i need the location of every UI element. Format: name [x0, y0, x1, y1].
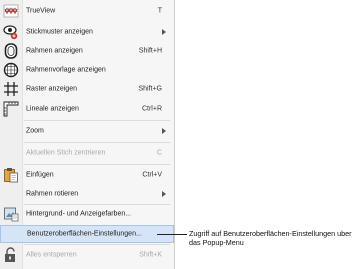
menu-item-label: Zoom: [26, 127, 44, 135]
menu-item-label: Aktuellen Stich zentrieren: [26, 149, 106, 157]
menu-item-label: Lineale anzeigen: [26, 105, 79, 113]
menu-item-paste[interactable]: Einfügen Ctrl+V: [0, 166, 174, 184]
menu-item-shortcut: T: [157, 7, 162, 15]
menu-item-label: Alles entsperren: [26, 251, 77, 259]
menu-item-shortcut: Shift+H: [138, 47, 162, 55]
show-hoop-icon: [3, 43, 19, 59]
menu-item-label: Hintergrund- und Anzeigefarben...: [26, 210, 132, 218]
menu-item-show-hoop-template[interactable]: Rahmenvorlage anzeigen: [0, 61, 174, 79]
menu-separator: [24, 142, 170, 143]
menu-item-unlock-all[interactable]: Alles entsperren Shift+K: [0, 246, 174, 264]
chevron-right-icon: [162, 29, 166, 35]
menu-item-shortcut: Ctrl+R: [141, 105, 162, 113]
menu-item-center-current-stitch[interactable]: Aktuellen Stich zentrieren C: [0, 144, 174, 162]
menu-item-label: Stickmuster anzeigen: [26, 28, 93, 36]
chevron-right-icon: [162, 128, 166, 134]
show-stitches-icon: [3, 24, 19, 40]
unlock-icon: [3, 247, 19, 263]
paste-icon: [3, 167, 19, 183]
callout-annotation: Zugriff auf Benutzeroberflächen-Einstell…: [189, 229, 352, 248]
context-menu: TrueView T Stickmuster anzeigen Rahmen a…: [0, 0, 175, 269]
menu-item-show-grid[interactable]: Raster anzeigen Shift+G: [0, 80, 174, 98]
menu-item-show-rulers[interactable]: Lineale anzeigen Ctrl+R: [0, 100, 174, 118]
chevron-right-icon: [162, 191, 166, 197]
menu-item-label: TrueView: [26, 7, 56, 15]
menu-item-label: Rahmenvorlage anzeigen: [26, 66, 106, 74]
menu-item-shortcut: Ctrl+V: [142, 171, 162, 179]
trueview-icon: [3, 3, 19, 19]
menu-item-shortcut: C: [156, 149, 162, 157]
menu-item-background-display-colors[interactable]: Hintergrund- und Anzeigefarben...: [0, 205, 174, 223]
menu-item-shortcut: Shift+G: [138, 85, 162, 93]
menu-item-trueview[interactable]: TrueView T: [0, 2, 174, 20]
menu-item-show-stitches[interactable]: Stickmuster anzeigen: [0, 23, 174, 41]
menu-item-label: Einfügen: [26, 171, 54, 179]
menu-item-label: Rahmen anzeigen: [26, 47, 83, 55]
menu-item-ui-settings[interactable]: Benutzeroberflächen-Einstellungen...: [0, 225, 174, 243]
menu-item-label: Rahmen rotieren: [26, 190, 79, 198]
menu-separator: [24, 244, 170, 245]
menu-item-zoom[interactable]: Zoom: [0, 122, 174, 140]
menu-item-label: Benutzeroberflächen-Einstellungen...: [27, 230, 142, 238]
menu-separator: [24, 120, 170, 121]
menu-item-rotate-hoop[interactable]: Rahmen rotieren: [0, 185, 174, 203]
menu-item-label: Raster anzeigen: [26, 85, 77, 93]
grid-icon: [3, 81, 19, 97]
ruler-icon: [3, 101, 19, 117]
menu-item-show-hoop[interactable]: Rahmen anzeigen Shift+H: [0, 42, 174, 60]
background-colors-icon: [3, 206, 19, 222]
hoop-template-icon: [3, 62, 19, 78]
callout-leader-line: [157, 234, 187, 235]
menu-item-shortcut: Shift+K: [139, 251, 162, 259]
menu-separator: [24, 164, 170, 165]
